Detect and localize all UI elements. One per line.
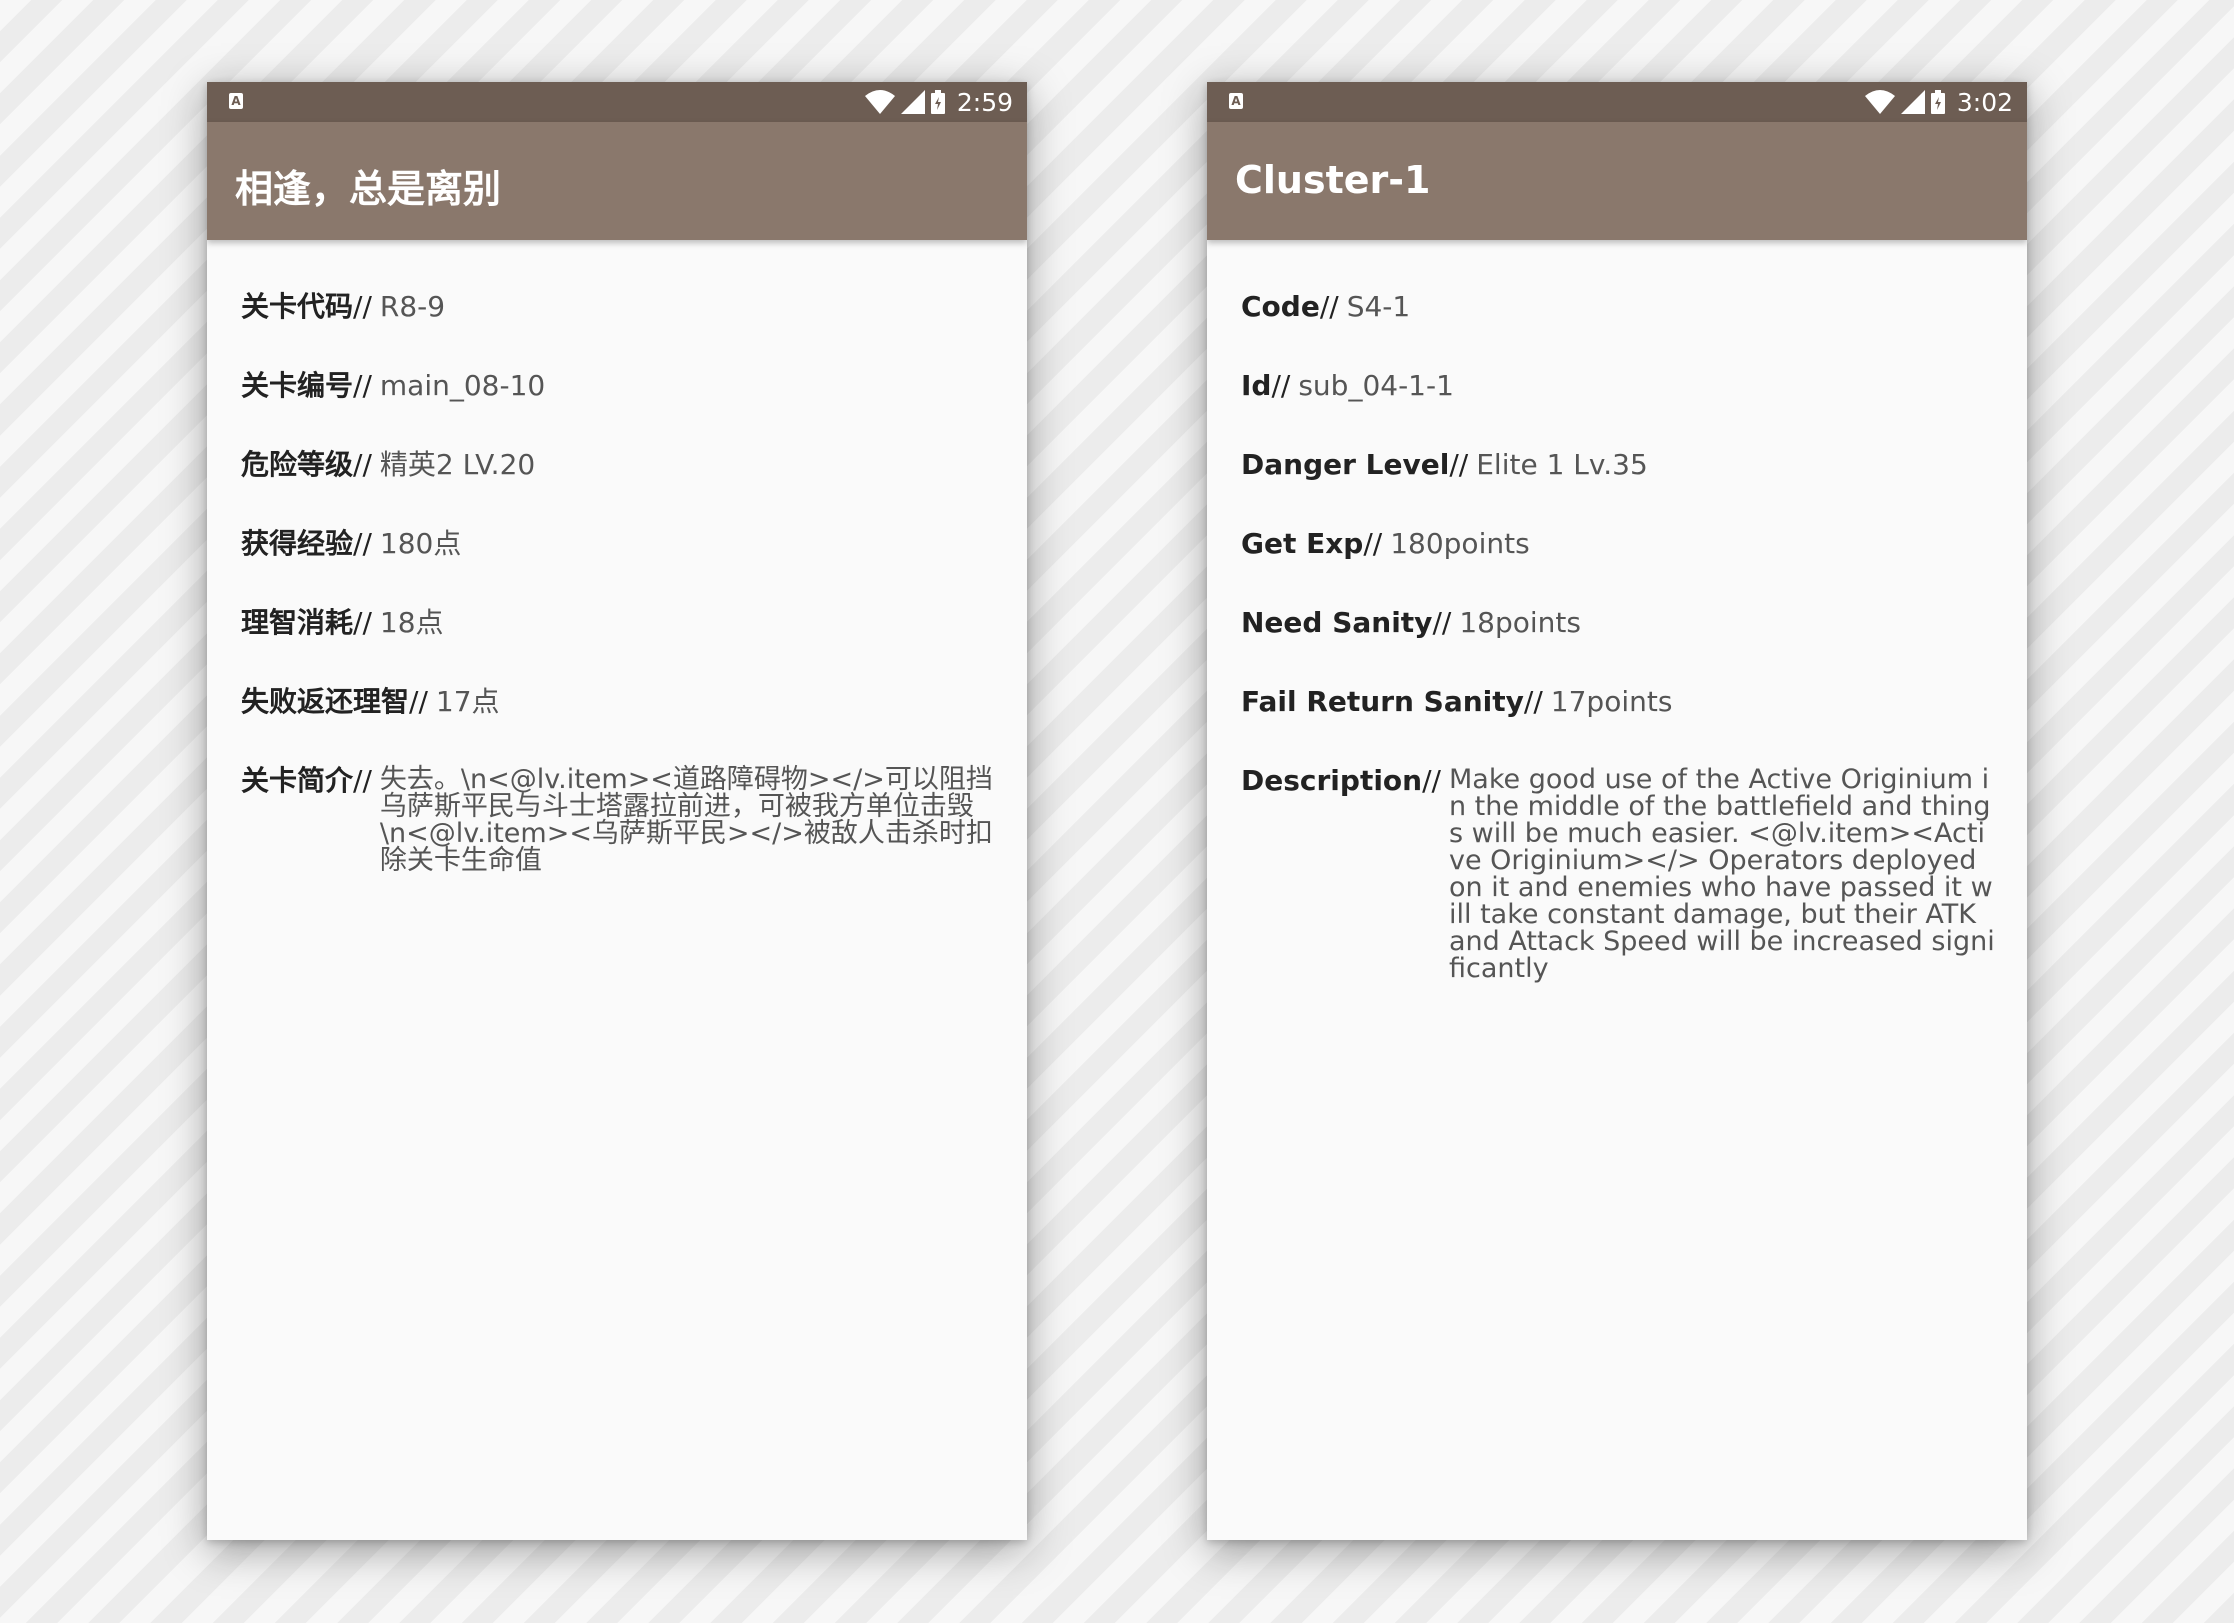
field-separator: // xyxy=(353,290,372,323)
battery-icon xyxy=(1930,90,1945,114)
field-label: Danger Level xyxy=(1241,448,1450,481)
field-value: 17points xyxy=(1550,685,1673,718)
field-separator: // xyxy=(353,527,372,560)
field-value: 17点 xyxy=(435,685,500,718)
field-description: Description// Make good use of the Activ… xyxy=(1241,764,1997,984)
signal-icon xyxy=(1900,90,1925,114)
field-value: Make good use of the Active Originium in… xyxy=(1448,764,1995,984)
field-separator: // xyxy=(409,685,428,718)
status-icons: 3:02 xyxy=(1864,82,2013,122)
field-value: 18points xyxy=(1459,606,1581,639)
battery-icon xyxy=(930,90,945,114)
field-separator: // xyxy=(1319,290,1339,323)
field-value: S4-1 xyxy=(1346,290,1411,323)
field-value: 失去。\n<@lv.item><道路障碍物></>可以阻挡乌萨斯平民与斗士塔露拉… xyxy=(379,764,993,876)
status-time: 3:02 xyxy=(1956,87,2013,117)
field-separator: // xyxy=(353,369,372,402)
field-stage-code: Code// S4-1 xyxy=(1241,292,1997,322)
app-bar: 相逢，总是离别 xyxy=(207,122,1027,240)
field-label: Need Sanity xyxy=(1241,606,1433,639)
field-label: Id xyxy=(1241,369,1272,402)
status-time: 2:59 xyxy=(956,87,1013,117)
field-exp: Get Exp// 180points xyxy=(1241,529,1997,559)
page-title: Cluster-1 xyxy=(1235,158,1431,202)
field-label: 危险等级 xyxy=(241,448,354,481)
field-fail-return-sanity: 失败返还理智// 17点 xyxy=(241,687,997,717)
field-separator: // xyxy=(1422,764,1441,797)
field-value: 180points xyxy=(1390,527,1530,560)
field-separator: // xyxy=(353,606,372,639)
field-separator: // xyxy=(353,448,372,481)
field-separator: // xyxy=(1363,527,1383,560)
field-label: 关卡简介 xyxy=(241,764,354,797)
field-label: 关卡代码 xyxy=(241,290,354,323)
page-title: 相逢，总是离别 xyxy=(235,167,502,211)
stage-detail-list: Code// S4-1 Id// sub_04-1-1 Danger Level… xyxy=(1207,240,2027,984)
a-notification-icon: A xyxy=(229,93,243,109)
field-label: Fail Return Sanity xyxy=(1241,685,1524,718)
status-icons: 2:59 xyxy=(864,82,1013,122)
field-separator: // xyxy=(1432,606,1452,639)
a-notification-icon: A xyxy=(1229,93,1243,109)
field-value: sub_04-1-1 xyxy=(1298,369,1454,402)
field-danger-level: Danger Level// Elite 1 Lv.35 xyxy=(1241,450,1997,480)
field-stage-code: 关卡代码// R8-9 xyxy=(241,292,997,322)
field-label: Get Exp xyxy=(1241,527,1364,560)
phone-screen-chinese: A 2:59 相逢，总是离别 关卡代码// R8-9 关卡编号// main_0… xyxy=(207,82,1027,1540)
wifi-icon xyxy=(1864,90,1895,114)
field-exp: 获得经验// 180点 xyxy=(241,529,997,559)
field-label: 失败返还理智 xyxy=(241,685,410,718)
app-bar: Cluster-1 xyxy=(1207,122,2027,240)
field-stage-id: 关卡编号// main_08-10 xyxy=(241,371,997,401)
field-fail-return-sanity: Fail Return Sanity// 17points xyxy=(1241,687,1997,717)
field-description: 关卡简介// 失去。\n<@lv.item><道路障碍物></>可以阻挡乌萨斯平… xyxy=(241,764,997,876)
wifi-icon xyxy=(864,90,895,114)
field-label: 获得经验 xyxy=(241,527,354,560)
field-separator: // xyxy=(1523,685,1543,718)
field-separator: // xyxy=(1449,448,1469,481)
field-label: Description xyxy=(1241,764,1423,797)
field-value: Elite 1 Lv.35 xyxy=(1476,448,1648,481)
field-value: main_08-10 xyxy=(379,369,546,402)
field-sanity-cost: 理智消耗// 18点 xyxy=(241,608,997,638)
status-bar: A 3:02 xyxy=(1207,82,2027,122)
field-danger-level: 危险等级// 精英2 LV.20 xyxy=(241,450,997,480)
field-sanity-cost: Need Sanity// 18points xyxy=(1241,608,1997,638)
field-stage-id: Id// sub_04-1-1 xyxy=(1241,371,1997,401)
field-value: 18点 xyxy=(379,606,444,639)
field-separator: // xyxy=(353,764,372,797)
stage-detail-list: 关卡代码// R8-9 关卡编号// main_08-10 危险等级// 精英2… xyxy=(207,240,1027,876)
field-value: R8-9 xyxy=(379,290,446,323)
field-value: 精英2 LV.20 xyxy=(379,448,536,481)
field-label: 关卡编号 xyxy=(241,369,354,402)
status-bar: A 2:59 xyxy=(207,82,1027,122)
phone-screen-english: A 3:02 Cluster-1 Code// S4-1 Id// sub_04… xyxy=(1207,82,2027,1540)
field-label: Code xyxy=(1241,290,1320,323)
field-value: 180点 xyxy=(379,527,462,560)
field-separator: // xyxy=(1271,369,1291,402)
signal-icon xyxy=(900,90,925,114)
field-label: 理智消耗 xyxy=(241,606,354,639)
